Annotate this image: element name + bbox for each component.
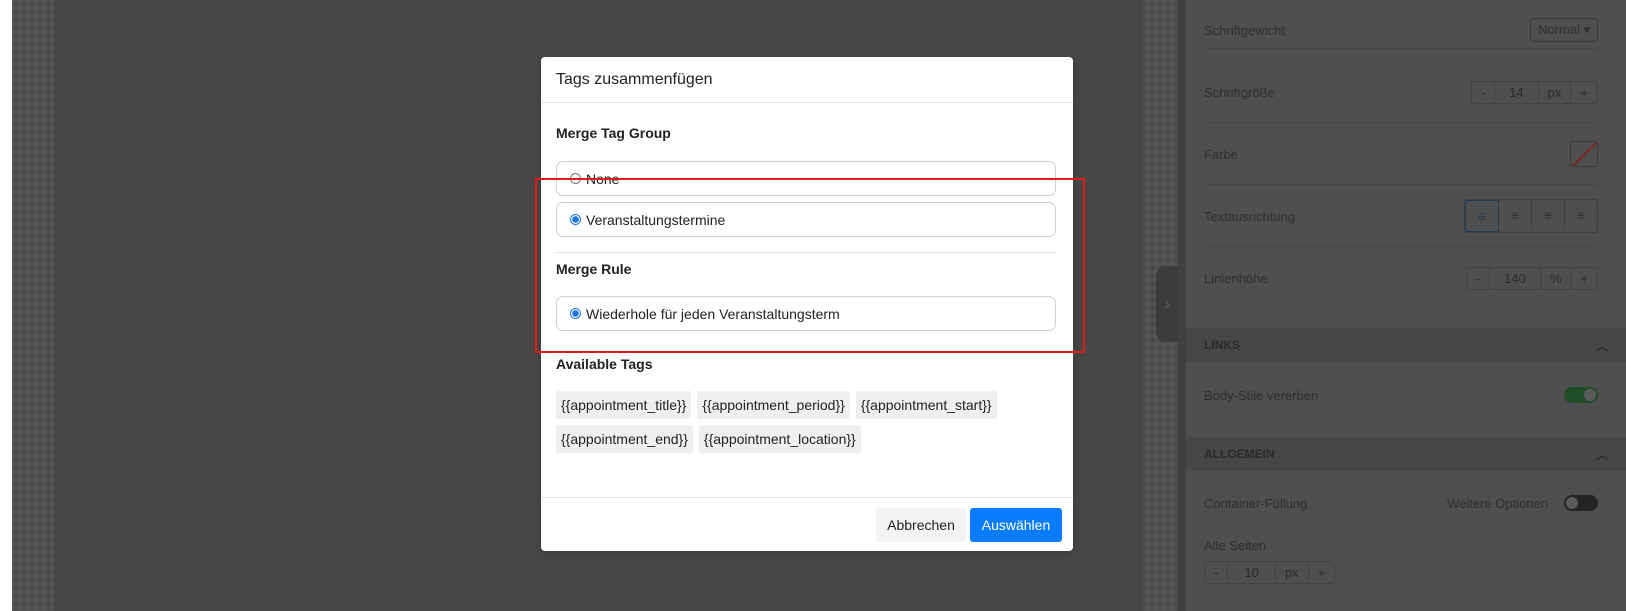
padding-stepper: - 10 px +	[1204, 561, 1336, 584]
caret-down-icon: ▾	[1583, 22, 1590, 37]
align-center-icon[interactable]: ≡	[1499, 200, 1532, 230]
tag-appointment-start[interactable]: {{appointment_start}}	[855, 391, 997, 419]
line-height-input[interactable]: 140	[1490, 267, 1541, 289]
color-row: Farbe	[1204, 124, 1598, 185]
line-height-stepper: - 140 % +	[1465, 266, 1598, 290]
radio-veranstaltungstermine[interactable]	[570, 214, 581, 225]
more-options-group: Weitere Optionen	[1447, 495, 1598, 511]
inherit-body-styles-toggle[interactable]	[1564, 387, 1598, 403]
radio-none[interactable]	[570, 173, 581, 184]
links-section-header[interactable]: LINKS ︿	[1186, 328, 1626, 362]
align-left-icon[interactable]: ≡	[1465, 200, 1499, 232]
group-option-label: Veranstaltungstermine	[586, 211, 726, 228]
cancel-button[interactable]: Abbrechen	[876, 508, 966, 542]
general-section-header[interactable]: ALLGEMEIN ︿	[1186, 437, 1626, 471]
left-edge-strip	[0, 0, 12, 611]
padding-decrement-button[interactable]: -	[1205, 562, 1229, 583]
line-height-unit: %	[1541, 267, 1572, 289]
font-size-label: Schriftgröße	[1204, 84, 1275, 100]
group-option-label: None	[586, 170, 620, 187]
properties-panel: Schriftgewicht Normal ▾ Schriftgröße - 1…	[1178, 0, 1626, 611]
line-height-label: Linienhöhe	[1204, 270, 1268, 286]
inherit-body-styles-row: Body-Stile vererben	[1204, 370, 1598, 420]
text-align-row: Textausrichtung ≡ ≡ ≡ ≡	[1204, 186, 1598, 247]
font-size-decrement-button[interactable]: -	[1472, 81, 1496, 103]
align-justify-icon[interactable]: ≡	[1565, 200, 1597, 230]
font-weight-row: Schriftgewicht Normal ▾	[1204, 12, 1598, 49]
font-size-row: Schriftgröße - 14 px +	[1204, 62, 1598, 123]
padding-input[interactable]: 10	[1228, 562, 1276, 583]
font-weight-value: Normal	[1537, 22, 1580, 37]
rule-option-label: Wiederhole für jeden Veranstaltungsterm	[586, 305, 840, 322]
padding-stepper-wrap: - 10 px +	[1204, 561, 1336, 584]
available-tags-heading: Available Tags	[556, 356, 653, 372]
chevron-up-icon: ︿	[1595, 447, 1608, 462]
padding-increment-button[interactable]: +	[1309, 562, 1335, 583]
font-size-increment-button[interactable]: +	[1571, 82, 1597, 103]
select-button[interactable]: Auswählen	[970, 508, 1062, 542]
dialog-header: Tags zusammenfügen	[541, 57, 1073, 103]
merge-rule-heading: Merge Rule	[556, 261, 632, 277]
text-align-group: ≡ ≡ ≡ ≡	[1464, 199, 1598, 233]
dialog-footer: Abbrechen Auswählen	[541, 497, 1073, 551]
merge-tag-group-heading: Merge Tag Group	[556, 125, 671, 141]
merge-tags-dialog: Tags zusammenfügen Merge Tag Group None …	[541, 57, 1073, 551]
padding-unit: px	[1276, 562, 1309, 583]
font-size-input[interactable]: 14	[1495, 81, 1539, 103]
line-height-decrement-button[interactable]: -	[1467, 267, 1491, 289]
font-size-stepper: - 14 px +	[1470, 80, 1598, 104]
text-align-label: Textausrichtung	[1204, 208, 1296, 224]
radio-repeat-each-term[interactable]	[570, 308, 581, 319]
font-weight-label: Schriftgewicht	[1204, 22, 1285, 38]
tag-appointment-end[interactable]: {{appointment_end}}	[556, 425, 693, 453]
general-section-title: ALLGEMEIN	[1204, 447, 1275, 461]
container-padding-row: Container-Füllung Weitere Optionen	[1204, 488, 1598, 518]
tag-appointment-period[interactable]: {{appointment_period}}	[697, 391, 850, 419]
font-size-unit: px	[1539, 81, 1572, 103]
align-right-icon[interactable]: ≡	[1532, 200, 1565, 230]
available-tags-list: {{appointment_title}} {{appointment_peri…	[556, 391, 1056, 453]
section-divider	[556, 252, 1056, 253]
tag-appointment-title[interactable]: {{appointment_title}}	[556, 391, 692, 419]
dialog-title: Tags zusammenfügen	[556, 70, 713, 88]
all-sides-row: Alle Seiten	[1204, 533, 1598, 557]
color-label: Farbe	[1204, 146, 1238, 162]
inherit-body-styles-label: Body-Stile vererben	[1204, 387, 1319, 403]
links-section-title: LINKS	[1204, 338, 1240, 352]
rule-option-repeat[interactable]: Wiederhole für jeden Veranstaltungsterm	[556, 296, 1056, 331]
more-options-label: Weitere Optionen	[1447, 495, 1548, 511]
line-height-increment-button[interactable]: +	[1571, 268, 1597, 289]
panel-collapse-handle[interactable]: ›	[1156, 266, 1178, 342]
group-option-none[interactable]: None	[556, 161, 1056, 196]
line-height-row: Linienhöhe - 140 % +	[1204, 248, 1598, 308]
more-options-toggle[interactable]	[1564, 495, 1598, 511]
all-sides-label: Alle Seiten	[1204, 537, 1267, 553]
group-option-veranstaltungstermine[interactable]: Veranstaltungstermine	[556, 202, 1056, 237]
font-weight-dropdown[interactable]: Normal ▾	[1529, 18, 1598, 42]
container-padding-label: Container-Füllung	[1204, 495, 1308, 511]
tag-appointment-location[interactable]: {{appointment_location}}	[698, 425, 861, 453]
chevron-right-icon: ›	[1164, 293, 1170, 314]
color-picker[interactable]	[1570, 141, 1598, 167]
chevron-up-icon: ︿	[1595, 338, 1608, 353]
